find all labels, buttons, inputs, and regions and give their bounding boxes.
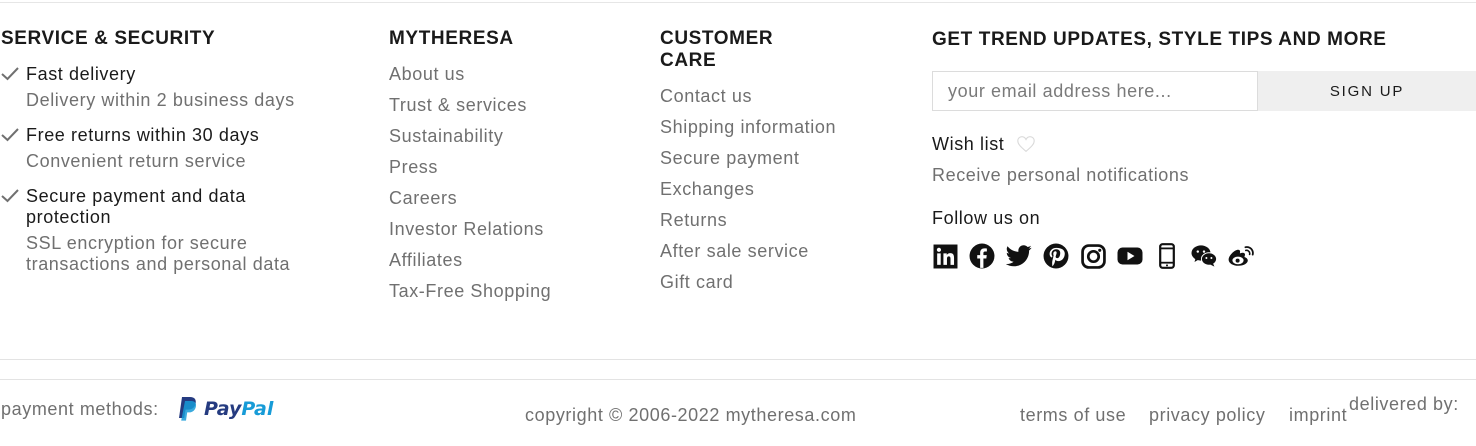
link-sustainability[interactable]: Sustainability xyxy=(389,126,609,157)
link-careers[interactable]: Careers xyxy=(389,188,609,219)
service-item-subtext: Convenient return service xyxy=(26,151,247,171)
service-item-free-returns: Free returns within 30 days Convenient r… xyxy=(1,125,341,172)
link-shipping-information[interactable]: Shipping information xyxy=(660,117,860,148)
facebook-icon[interactable] xyxy=(969,243,995,269)
link-affiliates[interactable]: Affiliates xyxy=(389,250,609,281)
heart-icon xyxy=(1017,136,1036,153)
wish-list-label: Wish list xyxy=(932,133,1005,154)
customer-care-column: CUSTOMER CARE Contact us Shipping inform… xyxy=(660,28,860,303)
youtube-icon[interactable] xyxy=(1117,243,1143,269)
service-item-heading: Secure payment and data protection xyxy=(26,186,246,227)
mobile-app-icon[interactable] xyxy=(1154,243,1180,269)
follow-us-label: Follow us on xyxy=(932,208,1041,228)
twitter-icon[interactable] xyxy=(1006,243,1032,269)
wish-list-note: Receive personal notifications xyxy=(932,165,1190,185)
mytheresa-links: About us Trust & services Sustainability… xyxy=(389,64,609,312)
footer-divider xyxy=(0,359,1476,360)
link-press[interactable]: Press xyxy=(389,157,609,188)
check-icon xyxy=(1,128,19,142)
customer-care-title: CUSTOMER CARE xyxy=(660,28,774,71)
copyright-text: copyright © 2006-2022 mytheresa.com xyxy=(525,405,857,425)
weibo-icon[interactable] xyxy=(1228,243,1254,269)
check-icon xyxy=(1,67,19,81)
link-exchanges[interactable]: Exchanges xyxy=(660,179,860,210)
privacy-policy-link[interactable]: privacy policy xyxy=(1149,405,1265,426)
link-about-us[interactable]: About us xyxy=(389,64,609,95)
service-item-subtext: SSL encryption for secure transactions a… xyxy=(26,233,291,274)
mytheresa-title: MYTHERESA xyxy=(389,28,514,49)
link-investor-relations[interactable]: Investor Relations xyxy=(389,219,609,250)
wish-list-link[interactable]: Wish list xyxy=(932,133,1476,155)
service-item-heading: Free returns within 30 days xyxy=(26,125,260,145)
service-item-secure-payment: Secure payment and data protection SSL e… xyxy=(1,186,296,275)
terms-of-use-link[interactable]: terms of use xyxy=(1020,405,1126,426)
top-divider xyxy=(0,2,1476,3)
imprint-link[interactable]: imprint xyxy=(1289,405,1347,426)
payment-methods-label: payment methods: xyxy=(1,399,159,419)
email-input[interactable] xyxy=(932,71,1258,111)
instagram-icon[interactable] xyxy=(1080,243,1106,269)
paypal-icon xyxy=(179,397,197,421)
sign-up-button[interactable]: SIGN UP xyxy=(1258,71,1476,111)
link-returns[interactable]: Returns xyxy=(660,210,860,241)
service-item-fast-delivery: Fast delivery Delivery within 2 business… xyxy=(1,64,341,111)
link-contact-us[interactable]: Contact us xyxy=(660,86,860,117)
social-links xyxy=(932,243,1476,269)
footer-divider xyxy=(0,379,1476,380)
service-security-column: SERVICE & SECURITY Fast delivery Deliver… xyxy=(1,28,341,275)
wechat-icon[interactable] xyxy=(1191,243,1217,269)
service-item-heading: Fast delivery xyxy=(26,64,136,84)
newsletter-title: GET TREND UPDATES, STYLE TIPS AND MORE xyxy=(932,29,1387,50)
newsletter-column: GET TREND UPDATES, STYLE TIPS AND MORE S… xyxy=(932,29,1476,269)
linkedin-icon[interactable] xyxy=(932,243,958,269)
mytheresa-column: MYTHERESA About us Trust & services Sust… xyxy=(389,28,609,312)
newsletter-form: SIGN UP xyxy=(932,71,1476,111)
link-gift-card[interactable]: Gift card xyxy=(660,272,860,303)
link-secure-payment[interactable]: Secure payment xyxy=(660,148,860,179)
paypal-wordmark: PayPal xyxy=(204,398,274,420)
paypal-logo: PayPal xyxy=(176,396,273,422)
service-item-subtext: Delivery within 2 business days xyxy=(26,90,295,110)
check-icon xyxy=(1,189,19,203)
pinterest-icon[interactable] xyxy=(1043,243,1069,269)
link-tax-free-shopping[interactable]: Tax-Free Shopping xyxy=(389,281,609,312)
delivered-by-label: delivered by: xyxy=(1349,394,1459,414)
customer-care-links: Contact us Shipping information Secure p… xyxy=(660,86,860,303)
link-after-sale-service[interactable]: After sale service xyxy=(660,241,860,272)
link-trust-services[interactable]: Trust & services xyxy=(389,95,609,126)
service-security-title: SERVICE & SECURITY xyxy=(1,28,216,49)
